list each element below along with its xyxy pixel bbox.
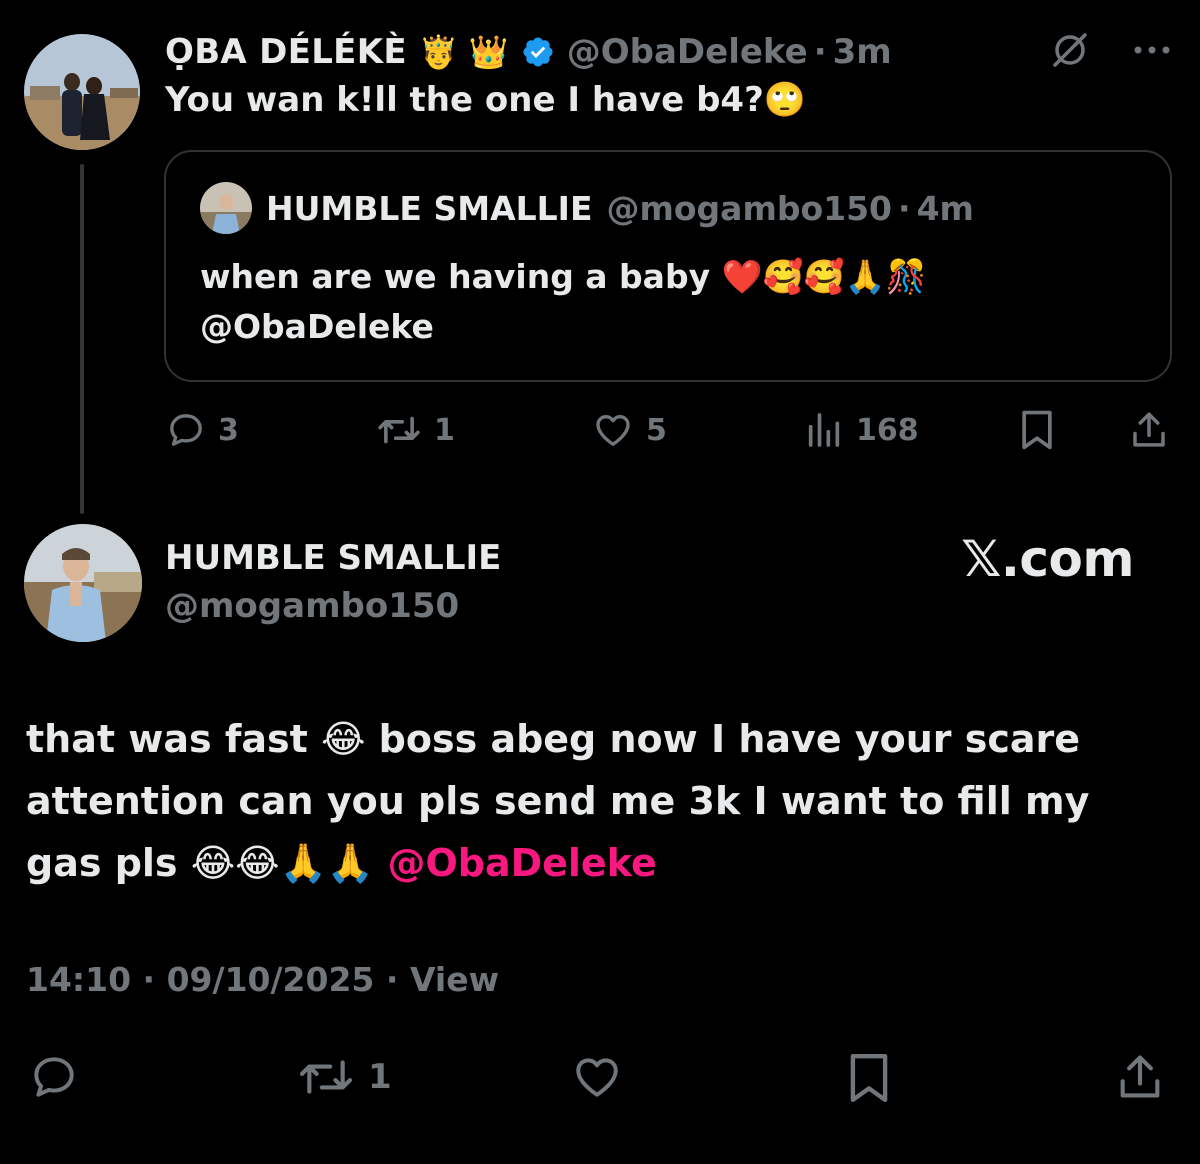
quoted-author-name: HUMBLE SMALLIE — [266, 188, 593, 228]
share-icon — [1120, 1055, 1160, 1098]
tweet-top-icons — [1050, 30, 1172, 70]
heart-icon — [596, 415, 630, 446]
reply-icon — [34, 1057, 74, 1097]
repost-count: 1 — [368, 1057, 392, 1097]
author-handle[interactable]: @ObaDeleke — [567, 32, 808, 72]
tweet-text: You wan k!ll the one I have b4?🙄 — [165, 80, 807, 120]
bookmark-button[interactable] — [846, 1050, 892, 1106]
bookmark-icon — [850, 1053, 888, 1103]
quoted-author-handle: @mogambo150 — [606, 188, 893, 228]
reply-icon — [170, 414, 202, 446]
post-date[interactable]: 09/10/2025 — [167, 960, 375, 999]
separator: · — [898, 188, 911, 228]
repost-icon — [378, 416, 420, 444]
post-time[interactable]: 14:10 — [26, 960, 131, 999]
repost-button[interactable]: 1 — [376, 410, 455, 450]
timestamp[interactable]: 3m — [833, 32, 892, 72]
reply-button[interactable]: 3 — [166, 410, 239, 450]
grok-icon[interactable] — [1050, 30, 1090, 70]
reply-author-handle[interactable]: @mogambo150 — [165, 586, 459, 626]
tweet-header: ỌBA DÉLÉKÈ 🤴 👑 @ObaDeleke · 3m — [165, 28, 892, 76]
bookmark-button[interactable] — [1018, 408, 1056, 452]
separator: · — [142, 960, 156, 999]
x-watermark: 𝕏.com — [961, 530, 1134, 588]
avatar[interactable] — [24, 524, 142, 642]
repost-button[interactable]: 1 — [296, 1052, 392, 1102]
thread-line — [80, 164, 84, 514]
heart-icon — [576, 1058, 618, 1097]
quoted-tweet-card[interactable]: HUMBLE SMALLIE @mogambo150 · 4m when are… — [164, 150, 1172, 382]
avatar — [200, 182, 252, 234]
quoted-mention[interactable]: @ObaDeleke — [200, 302, 927, 352]
verified-badge-icon — [521, 35, 555, 69]
repost-icon — [299, 1060, 353, 1094]
like-button[interactable]: 5 — [592, 410, 667, 450]
reply-author-name[interactable]: HUMBLE SMALLIE — [165, 538, 501, 578]
like-count: 5 — [646, 412, 667, 448]
more-options-icon[interactable] — [1132, 44, 1172, 56]
views-count: 168 — [856, 412, 919, 448]
reply-button[interactable] — [28, 1052, 80, 1102]
quoted-text-line: when are we having a baby ❤️🥰🥰🙏🎊 — [200, 257, 928, 296]
author-name[interactable]: ỌBA DÉLÉKÈ — [165, 32, 407, 72]
view-link[interactable]: View — [410, 960, 499, 999]
separator: · — [385, 960, 399, 999]
separator: · — [813, 32, 827, 72]
tweet-metadata: 14:10 · 09/10/2025 · View — [26, 960, 499, 999]
like-button[interactable] — [570, 1052, 624, 1102]
quoted-timestamp: 4m — [916, 188, 974, 228]
views-icon — [808, 413, 840, 447]
share-button[interactable] — [1128, 408, 1170, 452]
reply-mention[interactable]: @ObaDeleke — [387, 841, 656, 885]
avatar[interactable] — [24, 34, 140, 150]
reply-count: 3 — [218, 412, 239, 448]
share-button[interactable] — [1114, 1050, 1166, 1104]
author-emojis: 🤴 👑 — [418, 33, 509, 71]
bookmark-icon — [1022, 410, 1052, 450]
repost-count: 1 — [434, 412, 455, 448]
quoted-tweet-header: HUMBLE SMALLIE @mogambo150 · 4m — [200, 182, 974, 234]
quoted-tweet-text: when are we having a baby ❤️🥰🥰🙏🎊 @ObaDel… — [200, 252, 927, 352]
views-button[interactable]: 168 — [804, 410, 919, 450]
share-icon — [1133, 412, 1165, 447]
reply-text: that was fast 😂 boss abeg now I have you… — [26, 708, 1176, 894]
